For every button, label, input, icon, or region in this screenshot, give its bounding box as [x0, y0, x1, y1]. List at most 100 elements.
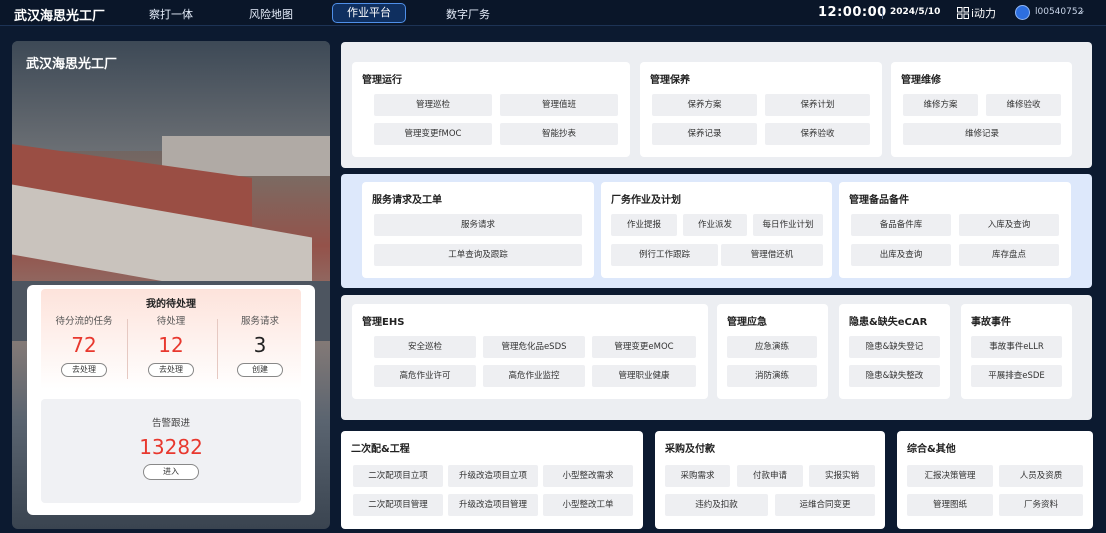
menu-button[interactable]: 汇报决策管理 [907, 465, 993, 487]
menu-button[interactable]: 管理巡检 [374, 94, 492, 116]
group-safety: 管理EHS 安全巡检 管理危化品eSDS 管理变更eMOC 高危作业许可 高危作… [341, 295, 1092, 420]
menu-button[interactable]: 出库及查询 [851, 244, 951, 266]
stat-value: 12 [158, 333, 184, 357]
menu-button[interactable]: 隐患&缺失整改 [849, 365, 940, 387]
nav-item-4[interactable]: 数字厂务 [446, 6, 490, 22]
menu-button[interactable]: 维修记录 [903, 123, 1061, 145]
section-title: 服务请求及工单 [372, 195, 442, 206]
section-emergency: 管理应急 应急演练 消防演练 [717, 304, 828, 399]
menu-button[interactable]: 库存盘点 [959, 244, 1059, 266]
section-repair: 管理维修 维修方案 维修验收 维修记录 [891, 62, 1072, 157]
menu-button[interactable]: 二次配项目立项 [353, 465, 443, 487]
section-title: 厂务作业及计划 [611, 195, 681, 206]
menu-button[interactable]: 保养方案 [652, 94, 757, 116]
menu-button[interactable]: 维修验收 [986, 94, 1061, 116]
group-operations: 管理运行 管理巡检 管理值班 管理变更fMOC 智能抄表 管理保养 保养方案 保… [341, 42, 1092, 168]
stat-label: 服务请求 [240, 316, 279, 327]
user-id[interactable]: l00540752 [1035, 7, 1083, 17]
section-title: 综合&其他 [907, 444, 956, 455]
menu-button[interactable]: 智能抄表 [500, 123, 618, 145]
alarm-card: 告警跟进 13282 进入 [41, 399, 301, 503]
menu-button[interactable]: 高危作业监控 [483, 365, 585, 387]
create-button[interactable]: 创建 [237, 363, 283, 377]
menu-button[interactable]: 管理变更fMOC [374, 123, 492, 145]
todo-card: 我的待处理 待分流的任务 72 去处理 待处理 12 去处理 服务请求 3 创建… [27, 285, 315, 515]
alarm-label: 告警跟进 [151, 418, 190, 429]
section-ops: 管理运行 管理巡检 管理值班 管理变更fMOC 智能抄表 [352, 62, 630, 157]
section-title: 二次配&工程 [351, 444, 410, 455]
menu-button[interactable]: 管理值班 [500, 94, 618, 116]
menu-button[interactable]: 小型整改工单 [543, 494, 633, 516]
menu-button[interactable]: 付款申请 [737, 465, 803, 487]
menu-button[interactable]: 升级改造项目立项 [448, 465, 538, 487]
menu-button[interactable]: 管理图纸 [907, 494, 993, 516]
menu-button[interactable]: 运维合同变更 [775, 494, 875, 516]
section-title: 管理保养 [650, 75, 690, 86]
menu-button[interactable]: 作业提报 [611, 214, 677, 236]
menu-button[interactable]: 工单查询及跟踪 [374, 244, 582, 266]
todo-title: 我的待处理 [146, 299, 196, 310]
menu-button[interactable]: 管理借还机 [721, 244, 823, 266]
section-title: 管理备品备件 [849, 195, 909, 206]
nav-item-3-active[interactable]: 作业平台 [332, 3, 406, 23]
grid-icon[interactable] [957, 7, 969, 19]
menu-button[interactable]: 高危作业许可 [374, 365, 476, 387]
menu-button[interactable]: 管理职业健康 [592, 365, 696, 387]
menu-button[interactable]: 保养计划 [765, 94, 870, 116]
enter-button[interactable]: 进入 [143, 464, 199, 480]
menu-button[interactable]: 保养验收 [765, 123, 870, 145]
menu-button[interactable]: 违约及扣款 [665, 494, 768, 516]
clock: 12:00:00 [818, 5, 887, 20]
menu-button[interactable]: 隐患&缺失登记 [849, 336, 940, 358]
menu-button[interactable]: 实报实销 [809, 465, 875, 487]
menu-button[interactable]: 厂务资料 [999, 494, 1083, 516]
menu-button[interactable]: 作业派发 [683, 214, 747, 236]
stat-value: 72 [71, 333, 97, 357]
section-title: 事故事件 [971, 317, 1011, 328]
menu-button[interactable]: 平展排查eSDE [971, 365, 1062, 387]
factory-title: 武汉海思光工厂 [26, 57, 118, 72]
avatar-icon[interactable] [1015, 5, 1030, 20]
menu-button[interactable]: 入库及查询 [959, 214, 1059, 236]
section-service-request: 服务请求及工单 服务请求 工单查询及跟踪 [362, 182, 594, 278]
menu-button[interactable]: 升级改造项目管理 [448, 494, 538, 516]
menu-button[interactable]: 消防演练 [727, 365, 817, 387]
process-button[interactable]: 去处理 [148, 363, 194, 377]
section-spare-parts: 管理备品备件 备品备件库 入库及查询 出库及查询 库存盘点 [839, 182, 1071, 278]
menu-button[interactable]: 保养记录 [652, 123, 757, 145]
top-bar: 武汉海思光工厂 察打一体 风险地图 作业平台 数字厂务 12:00:00 202… [0, 0, 1106, 26]
process-button[interactable]: 去处理 [61, 363, 107, 377]
stat-label: 待分流的任务 [55, 316, 113, 327]
nav-item-1[interactable]: 察打一体 [149, 6, 193, 22]
section-title: 管理维修 [901, 75, 941, 86]
menu-button[interactable]: 服务请求 [374, 214, 582, 236]
date: 2024/5/10 [890, 7, 941, 17]
menu-button[interactable]: 二次配项目管理 [353, 494, 443, 516]
dynamic-label[interactable]: i动力 [971, 5, 996, 21]
menu-button[interactable]: 事故事件eLLR [971, 336, 1062, 358]
chevron-down-icon[interactable]: ⌄ [1078, 6, 1086, 16]
stat-pending: 待处理 12 去处理 [128, 313, 214, 377]
section-plant-work: 厂务作业及计划 作业提报 作业派发 每日作业计划 例行工作跟踪 管理借还机 [601, 182, 832, 278]
menu-button[interactable]: 例行工作跟踪 [611, 244, 718, 266]
section-title: 管理应急 [727, 317, 767, 328]
menu-button[interactable]: 小型整改需求 [543, 465, 633, 487]
stat-pending-dispatch: 待分流的任务 72 去处理 [41, 313, 127, 377]
menu-button[interactable]: 维修方案 [903, 94, 978, 116]
menu-button[interactable]: 管理变更eMOC [592, 336, 696, 358]
section-hazard: 隐患&缺失eCAR 隐患&缺失登记 隐患&缺失整改 [839, 304, 950, 399]
menu-button[interactable]: 人员及资质 [999, 465, 1083, 487]
menu-button[interactable]: 备品备件库 [851, 214, 951, 236]
brand-title: 武汉海思光工厂 [14, 9, 106, 24]
menu-button[interactable]: 管理危化品eSDS [483, 336, 585, 358]
section-title: 隐患&缺失eCAR [849, 317, 928, 328]
menu-button[interactable]: 每日作业计划 [753, 214, 823, 236]
menu-button[interactable]: 采购需求 [665, 465, 730, 487]
menu-button[interactable]: 应急演练 [727, 336, 817, 358]
section-ehs: 管理EHS 安全巡检 管理危化品eSDS 管理变更eMOC 高危作业许可 高危作… [352, 304, 708, 399]
section-secondary-engineering: 二次配&工程 二次配项目立项 升级改造项目立项 小型整改需求 二次配项目管理 升… [341, 431, 643, 529]
menu-button[interactable]: 安全巡检 [374, 336, 476, 358]
section-maintenance: 管理保养 保养方案 保养计划 保养记录 保养验收 [640, 62, 882, 157]
group-service: 服务请求及工单 服务请求 工单查询及跟踪 厂务作业及计划 作业提报 作业派发 每… [341, 174, 1092, 288]
nav-item-2[interactable]: 风险地图 [249, 6, 293, 22]
